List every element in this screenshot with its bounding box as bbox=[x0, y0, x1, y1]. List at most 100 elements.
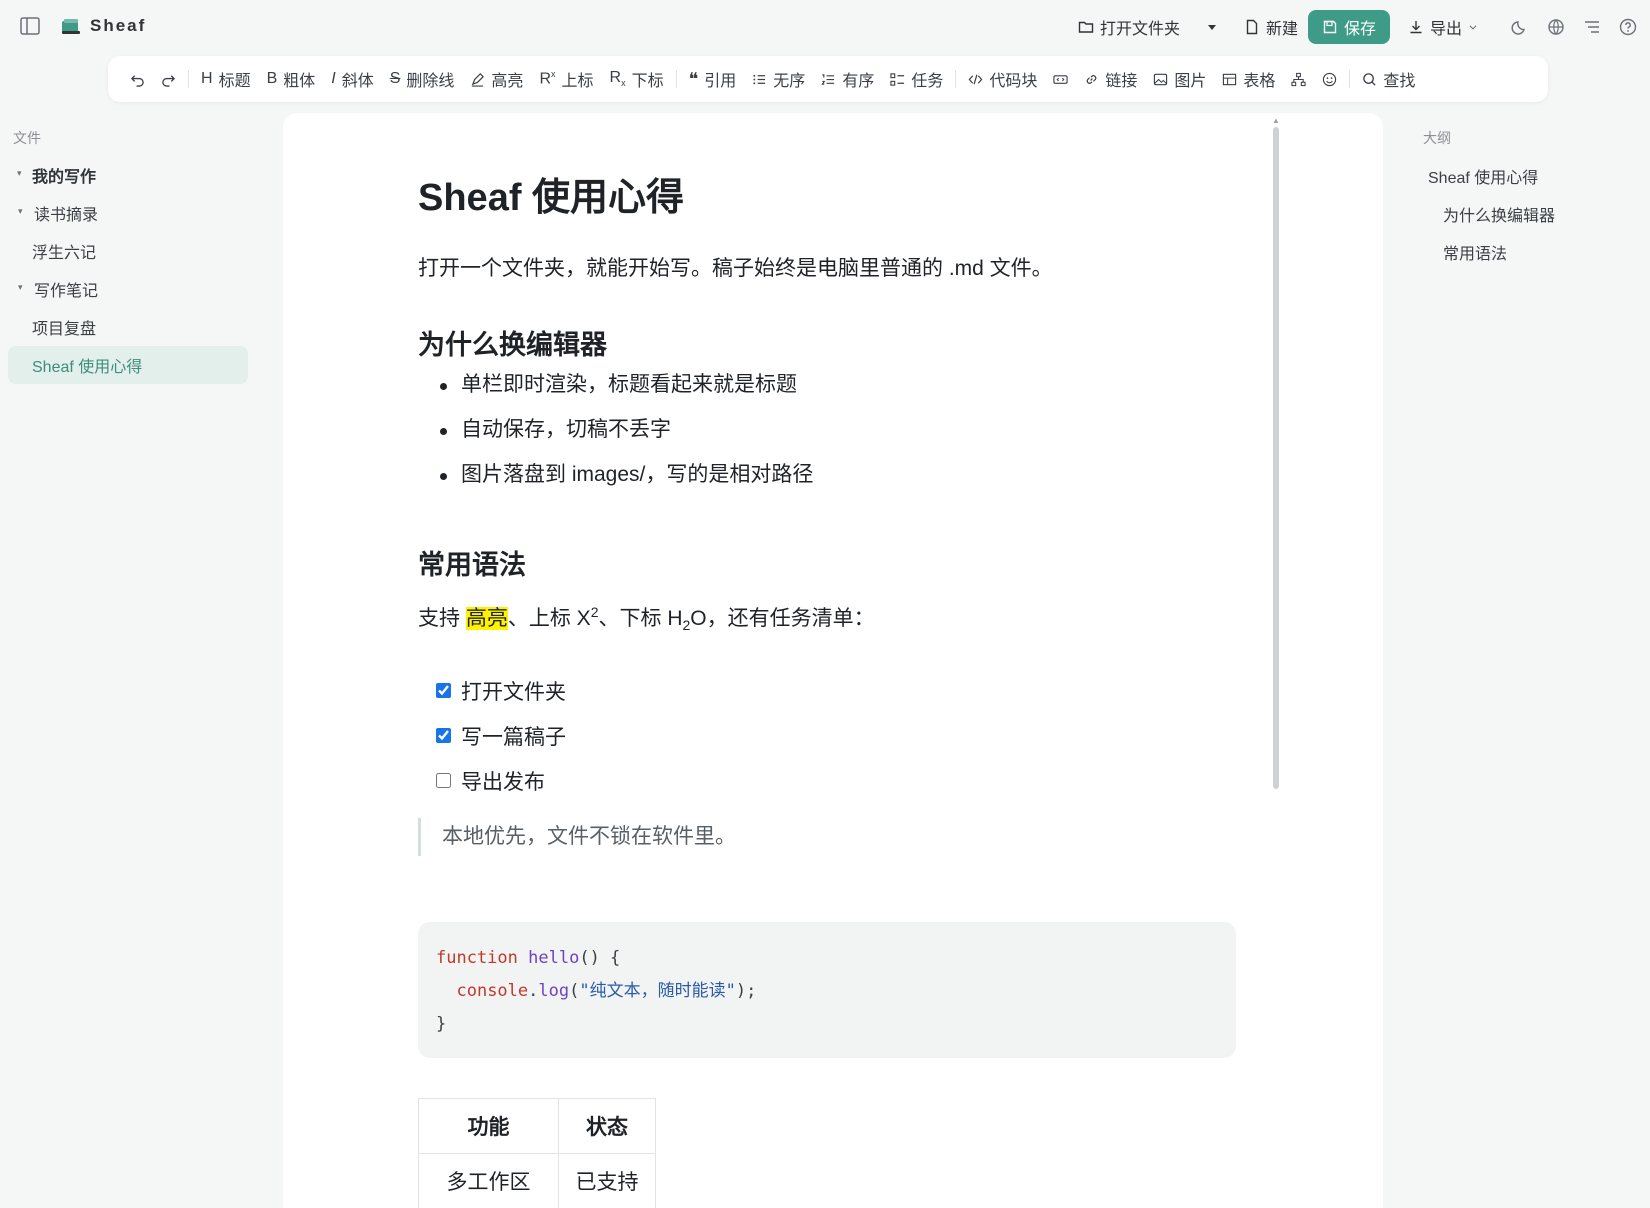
codeblock-button[interactable]: 代码块 bbox=[960, 63, 1045, 95]
sidebar-item-writing-notes[interactable]: ▾ 写作笔记 bbox=[8, 270, 248, 308]
save-icon bbox=[1323, 20, 1337, 34]
task-checkbox[interactable] bbox=[436, 773, 451, 788]
document-title: Sheaf 使用心得 bbox=[418, 177, 685, 219]
undo-icon bbox=[130, 74, 144, 87]
syntax-text: 支持 bbox=[418, 607, 466, 630]
code-keyword: function bbox=[436, 948, 518, 968]
chevron-down-icon bbox=[1469, 25, 1477, 30]
sidebar-item-sheaf-notes[interactable]: Sheaf 使用心得 bbox=[8, 346, 248, 384]
theme-toggle-button[interactable] bbox=[1502, 10, 1538, 44]
link-icon bbox=[1087, 74, 1097, 84]
sidebar-toggle-icon[interactable] bbox=[20, 17, 42, 37]
app-logo-icon bbox=[60, 17, 82, 39]
save-label: 保存 bbox=[1343, 21, 1376, 38]
task-checkbox[interactable] bbox=[436, 728, 451, 743]
code-method: log bbox=[538, 981, 570, 1001]
sidebar-item-project-review[interactable]: 项目复盘 bbox=[8, 308, 248, 346]
task-list-button[interactable]: 任务 bbox=[882, 63, 951, 95]
sidebar-item-label: 浮生六记 bbox=[32, 245, 97, 262]
scroll-up-arrow-icon[interactable]: ▲ bbox=[1272, 116, 1280, 125]
open-folder-label: 打开文件夹 bbox=[1099, 21, 1180, 38]
top-actions: 打开文件夹 新建 保存 导出 bbox=[1068, 10, 1650, 44]
file-icon bbox=[1246, 19, 1258, 35]
italic-button[interactable]: I 斜体 bbox=[323, 63, 381, 95]
new-button[interactable]: 新建 bbox=[1234, 10, 1308, 44]
task-checkbox[interactable] bbox=[436, 683, 451, 698]
toolbar-divider bbox=[1349, 70, 1351, 88]
caret-icon: ▾ bbox=[18, 206, 23, 216]
undo-button[interactable] bbox=[122, 63, 153, 95]
export-button[interactable]: 导出 bbox=[1398, 10, 1488, 44]
task-item[interactable]: 导出发布 bbox=[436, 758, 566, 803]
task-label: 打开文件夹 bbox=[461, 680, 566, 704]
toolbar-divider bbox=[955, 70, 957, 88]
open-folder-button[interactable]: 打开文件夹 bbox=[1068, 10, 1190, 44]
toolbar-divider bbox=[675, 70, 677, 88]
toolbar-divider bbox=[188, 70, 189, 88]
files-section-label: 文件 bbox=[13, 130, 41, 146]
unordered-list-button[interactable]: 无序 bbox=[744, 63, 813, 95]
document-content: Sheaf 使用心得 打开一个文件夹，就能开始写。稿子始终是电脑里普通的 .md… bbox=[418, 170, 1238, 1208]
table-label: 表格 bbox=[1243, 73, 1276, 90]
caret-down-icon bbox=[1207, 25, 1216, 30]
quote-label: 引用 bbox=[704, 73, 737, 90]
italic-icon: I bbox=[331, 70, 336, 87]
outline-item-why[interactable]: 为什么换编辑器 bbox=[1443, 202, 1555, 226]
highlight-label: 高亮 bbox=[491, 73, 524, 90]
subscript-button[interactable]: Rx 下标 bbox=[602, 63, 672, 95]
find-button[interactable]: 查找 bbox=[1354, 63, 1423, 95]
intro-paragraph: 打开一个文件夹，就能开始写。稿子始终是电脑里普通的 .md 文件。 bbox=[418, 257, 1053, 280]
heading-icon: H bbox=[201, 70, 213, 87]
link-label: 链接 bbox=[1105, 73, 1138, 90]
task-label: 导出发布 bbox=[461, 770, 545, 794]
task-item[interactable]: 写一篇稿子 bbox=[436, 713, 566, 758]
sidebar-item-label: Sheaf 使用心得 bbox=[32, 359, 143, 376]
strikethrough-button[interactable]: S 删除线 bbox=[382, 63, 463, 95]
quote-button[interactable]: ❝ 引用 bbox=[681, 63, 745, 95]
image-button[interactable]: 图片 bbox=[1145, 63, 1214, 95]
sidebar-item-label: 写作笔记 bbox=[34, 283, 99, 300]
superscript-button[interactable]: Rx 上标 bbox=[531, 63, 601, 95]
sidebar-item-label: 读书摘录 bbox=[34, 207, 99, 224]
table-header: 状态 bbox=[558, 1098, 656, 1154]
code-text: () { bbox=[579, 948, 621, 968]
highlight-button[interactable]: 高亮 bbox=[462, 63, 531, 95]
superscript-icon: Rx bbox=[539, 69, 556, 88]
outline-toggle-button[interactable] bbox=[1574, 10, 1610, 44]
editor-scrollbar[interactable] bbox=[1273, 127, 1279, 789]
task-item[interactable]: 打开文件夹 bbox=[436, 668, 566, 713]
outline-section-label: 大纲 bbox=[1423, 130, 1451, 146]
table-header: 功能 bbox=[418, 1098, 559, 1154]
inline-code-button[interactable] bbox=[1045, 63, 1076, 95]
table-button[interactable]: 表格 bbox=[1214, 63, 1283, 95]
list-item: 单栏即时渲染，标题看起来就是标题 bbox=[418, 370, 813, 415]
redo-button[interactable] bbox=[153, 63, 184, 95]
subscript-icon: Rx bbox=[609, 69, 626, 89]
outline-item-syntax[interactable]: 常用语法 bbox=[1443, 240, 1507, 264]
save-button[interactable]: 保存 bbox=[1307, 10, 1390, 44]
code-text: } bbox=[436, 1014, 447, 1034]
ordered-list-button[interactable]: 有序 bbox=[813, 63, 882, 95]
language-button[interactable] bbox=[1538, 10, 1574, 44]
heading-syntax: 常用语法 bbox=[418, 550, 526, 580]
image-icon bbox=[1154, 73, 1168, 85]
bold-button[interactable]: B 粗体 bbox=[259, 63, 324, 95]
outline-item-title[interactable]: Sheaf 使用心得 bbox=[1428, 164, 1538, 188]
heading-button[interactable]: H 标题 bbox=[193, 63, 259, 95]
code-text: ( bbox=[569, 981, 580, 1001]
open-folder-dropdown[interactable] bbox=[1190, 10, 1234, 44]
emoji-button[interactable] bbox=[1314, 63, 1345, 95]
syntax-text: 、上标 X bbox=[507, 607, 591, 630]
sidebar-item-reading-notes[interactable]: ▾ 读书摘录 bbox=[8, 194, 248, 232]
code-block[interactable]: function hello() { console.log("纯文本，随时能读… bbox=[418, 922, 1236, 1058]
bullet-list: 单栏即时渲染，标题看起来就是标题 自动保存，切稿不丢字 图片落盘到 images… bbox=[418, 370, 813, 505]
code-object: console bbox=[456, 981, 529, 1001]
strikethrough-label: 删除线 bbox=[406, 73, 455, 90]
code-string: "纯文本，随时能读" bbox=[579, 981, 736, 1001]
sidebar-item-my-writing[interactable]: ▾ 我的写作 bbox=[8, 156, 248, 194]
inline-code-icon bbox=[1053, 74, 1068, 84]
link-button[interactable]: 链接 bbox=[1076, 63, 1145, 95]
help-button[interactable] bbox=[1610, 10, 1646, 44]
diagram-button[interactable] bbox=[1283, 63, 1314, 95]
sidebar-item-fusheng-liuji[interactable]: 浮生六记 bbox=[8, 232, 248, 270]
